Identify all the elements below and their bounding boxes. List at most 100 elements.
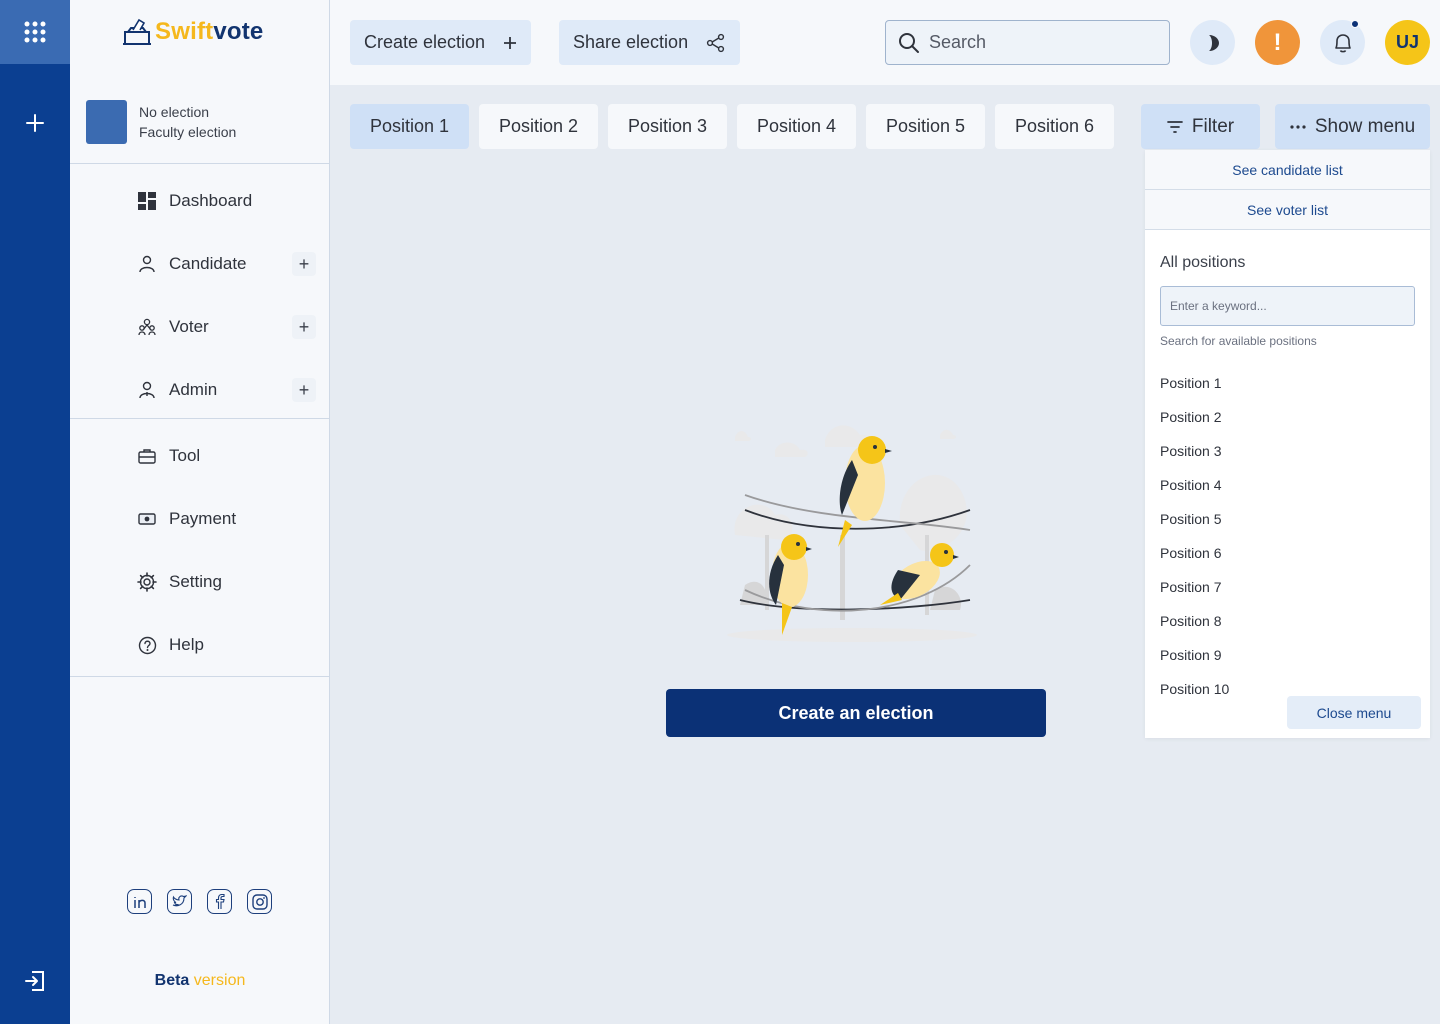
alert-button[interactable]: ! — [1255, 20, 1300, 65]
brand-name: Swiftvote — [155, 18, 264, 45]
top-bar: Create election Share election ! UJ — [330, 0, 1440, 85]
filter-button[interactable]: Filter — [1141, 104, 1260, 149]
search-icon — [899, 32, 919, 53]
alert-icon: ! — [1273, 28, 1282, 56]
sidebar-item-label: Admin — [169, 380, 218, 399]
show-menu-button[interactable]: Show menu — [1275, 104, 1430, 149]
help-icon — [136, 634, 158, 656]
list-item[interactable]: Position 5 — [1160, 502, 1229, 536]
sidebar-item-label: Tool — [169, 446, 201, 465]
search-box[interactable] — [885, 20, 1170, 65]
sidebar-item-tool[interactable]: Tool — [136, 440, 316, 472]
toolbox-icon — [136, 445, 158, 467]
dashboard-icon — [136, 190, 158, 212]
add-admin-button[interactable]: + — [292, 378, 316, 402]
linkedin-icon — [133, 896, 146, 908]
filter-label: Filter — [1191, 115, 1235, 137]
tab-position-1[interactable]: Position 1 — [350, 104, 469, 149]
ballot-box-icon — [123, 18, 151, 45]
list-item[interactable]: Position 2 — [1160, 400, 1229, 434]
create-election-label: Create election — [364, 32, 486, 52]
sidebar-item-label: Voter — [169, 317, 209, 336]
add-voter-button[interactable]: + — [292, 315, 316, 339]
close-menu-button[interactable]: Close menu — [1287, 696, 1421, 729]
position-keyword-input[interactable] — [1160, 286, 1415, 326]
keyword-help-text: Search for available positions — [1160, 334, 1317, 348]
list-item[interactable]: Position 10 — [1160, 672, 1229, 706]
half-moon-icon — [1208, 34, 1219, 51]
share-election-button[interactable]: Share election — [559, 20, 741, 65]
list-item[interactable]: Position 8 — [1160, 604, 1229, 638]
apps-button[interactable] — [0, 0, 70, 64]
sidebar-item-label: Payment — [169, 509, 237, 528]
more-icon — [1290, 124, 1306, 129]
logout-icon — [25, 971, 44, 991]
list-item[interactable]: Position 4 — [1160, 468, 1229, 502]
avatar-initials: UJ — [1395, 32, 1419, 52]
sidebar-divider — [70, 163, 329, 164]
cash-icon — [136, 508, 158, 530]
search-input[interactable] — [929, 32, 1149, 53]
user-avatar[interactable]: UJ — [1385, 20, 1430, 65]
sidebar-item-label: Candidate — [169, 254, 247, 273]
show-menu-label: Show menu — [1314, 115, 1416, 137]
instagram-link[interactable] — [247, 889, 272, 914]
beta-version-label: Beta version — [154, 972, 246, 989]
tab-position-5[interactable]: Position 5 — [866, 104, 985, 149]
sidebar-divider — [70, 418, 329, 419]
all-positions-title: All positions — [1160, 254, 1246, 271]
sidebar-item-candidate[interactable]: Candidate + — [136, 248, 316, 280]
gear-icon — [136, 571, 158, 593]
add-button[interactable] — [0, 104, 70, 142]
tab-position-3[interactable]: Position 3 — [608, 104, 727, 149]
linkedin-link[interactable] — [127, 889, 152, 914]
share-election-label: Share election — [573, 32, 689, 52]
sidebar: Swiftvote No election Faculty election D… — [70, 0, 330, 1024]
share-icon — [706, 33, 725, 52]
sidebar-item-payment[interactable]: Payment — [136, 503, 316, 535]
grid-icon — [24, 21, 46, 43]
twitter-icon — [172, 895, 187, 907]
swiftvote-logo[interactable]: Swiftvote — [122, 18, 263, 46]
sidebar-item-voter[interactable]: Voter + — [136, 311, 316, 343]
sidebar-item-label: Dashboard — [169, 191, 253, 210]
see-candidate-list-link[interactable]: See candidate list — [1145, 150, 1430, 190]
list-item[interactable]: Position 3 — [1160, 434, 1229, 468]
add-candidate-button[interactable]: + — [292, 252, 316, 276]
see-voter-list-link[interactable]: See voter list — [1145, 190, 1430, 230]
election-title: No election — [139, 104, 210, 120]
bell-icon — [1334, 33, 1351, 52]
notifications-button[interactable] — [1320, 20, 1365, 65]
list-item[interactable]: Position 7 — [1160, 570, 1229, 604]
plus-icon — [26, 114, 44, 132]
birds-on-wire-illustration — [727, 425, 977, 642]
election-switcher[interactable]: No election Faculty election — [86, 100, 236, 144]
notification-dot — [1351, 20, 1359, 28]
election-thumbnail — [86, 100, 127, 144]
sidebar-item-dashboard[interactable]: Dashboard — [136, 185, 316, 217]
social-links — [127, 889, 272, 914]
twitter-link[interactable] — [167, 889, 192, 914]
theme-toggle-button[interactable] — [1190, 20, 1235, 65]
filter-icon — [1167, 120, 1183, 133]
sidebar-item-help[interactable]: Help — [136, 629, 316, 661]
positions-menu-panel: See candidate list See voter list All po… — [1145, 150, 1430, 738]
tab-position-6[interactable]: Position 6 — [995, 104, 1114, 149]
tab-position-2[interactable]: Position 2 — [479, 104, 598, 149]
facebook-link[interactable] — [207, 889, 232, 914]
sidebar-item-setting[interactable]: Setting — [136, 566, 316, 598]
facebook-icon — [215, 893, 225, 909]
positions-list: Position 1 Position 2 Position 3 Positio… — [1160, 366, 1229, 706]
logout-button[interactable] — [0, 966, 70, 996]
sidebar-divider — [70, 676, 329, 677]
list-item[interactable]: Position 6 — [1160, 536, 1229, 570]
instagram-icon — [251, 893, 268, 910]
create-election-button[interactable]: Create election — [350, 20, 532, 65]
sidebar-item-label: Setting — [169, 572, 222, 591]
tab-position-4[interactable]: Position 4 — [737, 104, 856, 149]
app-rail — [0, 0, 70, 1024]
sidebar-item-admin[interactable]: Admin + — [136, 374, 316, 406]
list-item[interactable]: Position 9 — [1160, 638, 1229, 672]
list-item[interactable]: Position 1 — [1160, 366, 1229, 400]
create-an-election-button[interactable]: Create an election — [666, 689, 1046, 737]
